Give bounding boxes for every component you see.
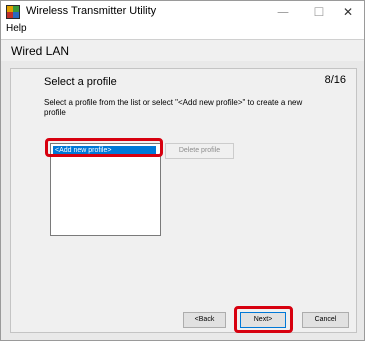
app-window: Wireless Transmitter Utility — ☐ ✕ Help … [0,0,365,341]
delete-profile-button[interactable]: Delete profile [165,143,234,159]
content-area: Select a profile 8/16 Select a profile f… [1,61,364,340]
page-title: Wired LAN [11,44,70,58]
menu-help[interactable]: Help [6,23,27,34]
highlight-callout-next [234,306,293,333]
close-button[interactable]: ✕ [332,1,364,23]
app-logo-icon [6,5,20,19]
page-header: Wired LAN [1,39,364,62]
menu-bar: Help [1,23,364,37]
highlight-callout-list [45,138,163,157]
cancel-button[interactable]: Cancel [302,312,349,328]
minimize-button[interactable]: — [267,1,299,23]
profile-panel: Select a profile 8/16 Select a profile f… [10,68,357,333]
window-title: Wireless Transmitter Utility [26,5,157,17]
panel-title: Select a profile [44,76,117,88]
title-bar[interactable]: Wireless Transmitter Utility — ☐ ✕ [1,1,364,23]
instructions-text: Select a profile from the list or select… [44,98,303,117]
back-button[interactable]: <Back [183,312,226,328]
maximize-button[interactable]: ☐ [303,1,335,23]
page-counter: 8/16 [324,74,346,86]
